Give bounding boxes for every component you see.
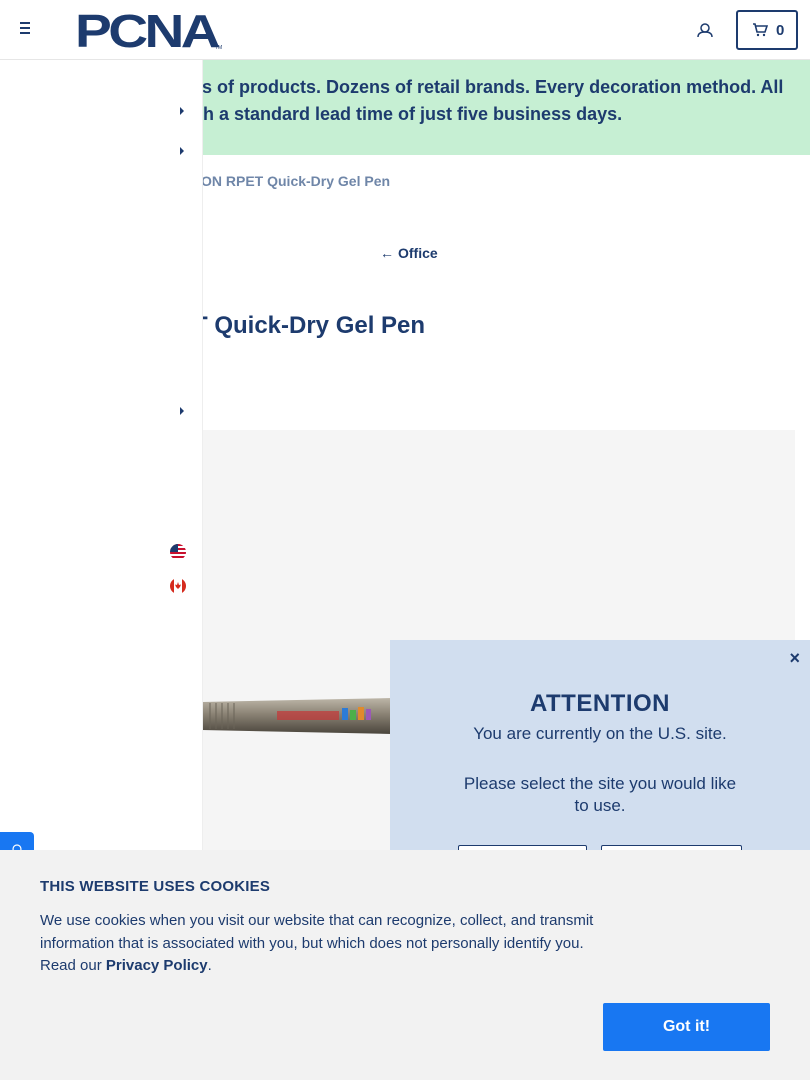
cart-icon <box>753 23 768 37</box>
cookie-text: We use cookies when you visit our websit… <box>40 910 600 978</box>
svg-text:TM: TM <box>215 45 222 50</box>
chevron-right-icon[interactable] <box>178 106 186 116</box>
account-icon[interactable] <box>695 20 715 40</box>
cookie-banner: THIS WEBSITE USES COOKIES We use cookies… <box>0 850 810 1080</box>
us-flag-icon[interactable] <box>170 544 186 560</box>
close-icon[interactable]: × <box>789 648 800 669</box>
arrow-left-icon: ← <box>380 245 394 261</box>
breadcrumb[interactable]: ON RPET Quick-Dry Gel Pen <box>201 173 390 189</box>
svg-text:PCNA: PCNA <box>75 10 219 50</box>
cookie-text-end: . <box>207 957 212 974</box>
cart-count: 0 <box>776 22 785 39</box>
chevron-right-icon[interactable] <box>178 146 186 156</box>
site-header: PCNA TM 0 <box>0 0 810 60</box>
promo-banner-text: ls of products. Dozens of retail brands.… <box>197 74 797 128</box>
menu-icon[interactable] <box>20 22 36 36</box>
cart-button[interactable]: 0 <box>736 10 798 50</box>
modal-title: ATTENTION <box>529 690 671 717</box>
promo-line-2: th a standard lead time of just five bus… <box>197 104 623 124</box>
privacy-policy-link[interactable]: Privacy Policy <box>106 957 208 974</box>
modal-prompt: Please select the site you would like to… <box>463 774 737 815</box>
modal-subtitle: You are currently on the U.S. site. <box>473 724 727 743</box>
pcna-logo[interactable]: PCNA TM <box>75 10 225 50</box>
cookie-title: THIS WEBSITE USES COOKIES <box>40 878 271 895</box>
canada-flag-icon[interactable] <box>170 578 186 594</box>
accept-cookies-button[interactable]: Got it! <box>603 1003 770 1051</box>
back-to-category-link[interactable]: ← Office <box>380 245 438 261</box>
promo-line-1: ls of products. Dozens of retail brands.… <box>197 77 784 97</box>
product-title: T Quick-Dry Gel Pen <box>193 312 426 339</box>
chevron-right-icon[interactable] <box>178 406 186 416</box>
back-link-label: Office <box>398 245 438 261</box>
